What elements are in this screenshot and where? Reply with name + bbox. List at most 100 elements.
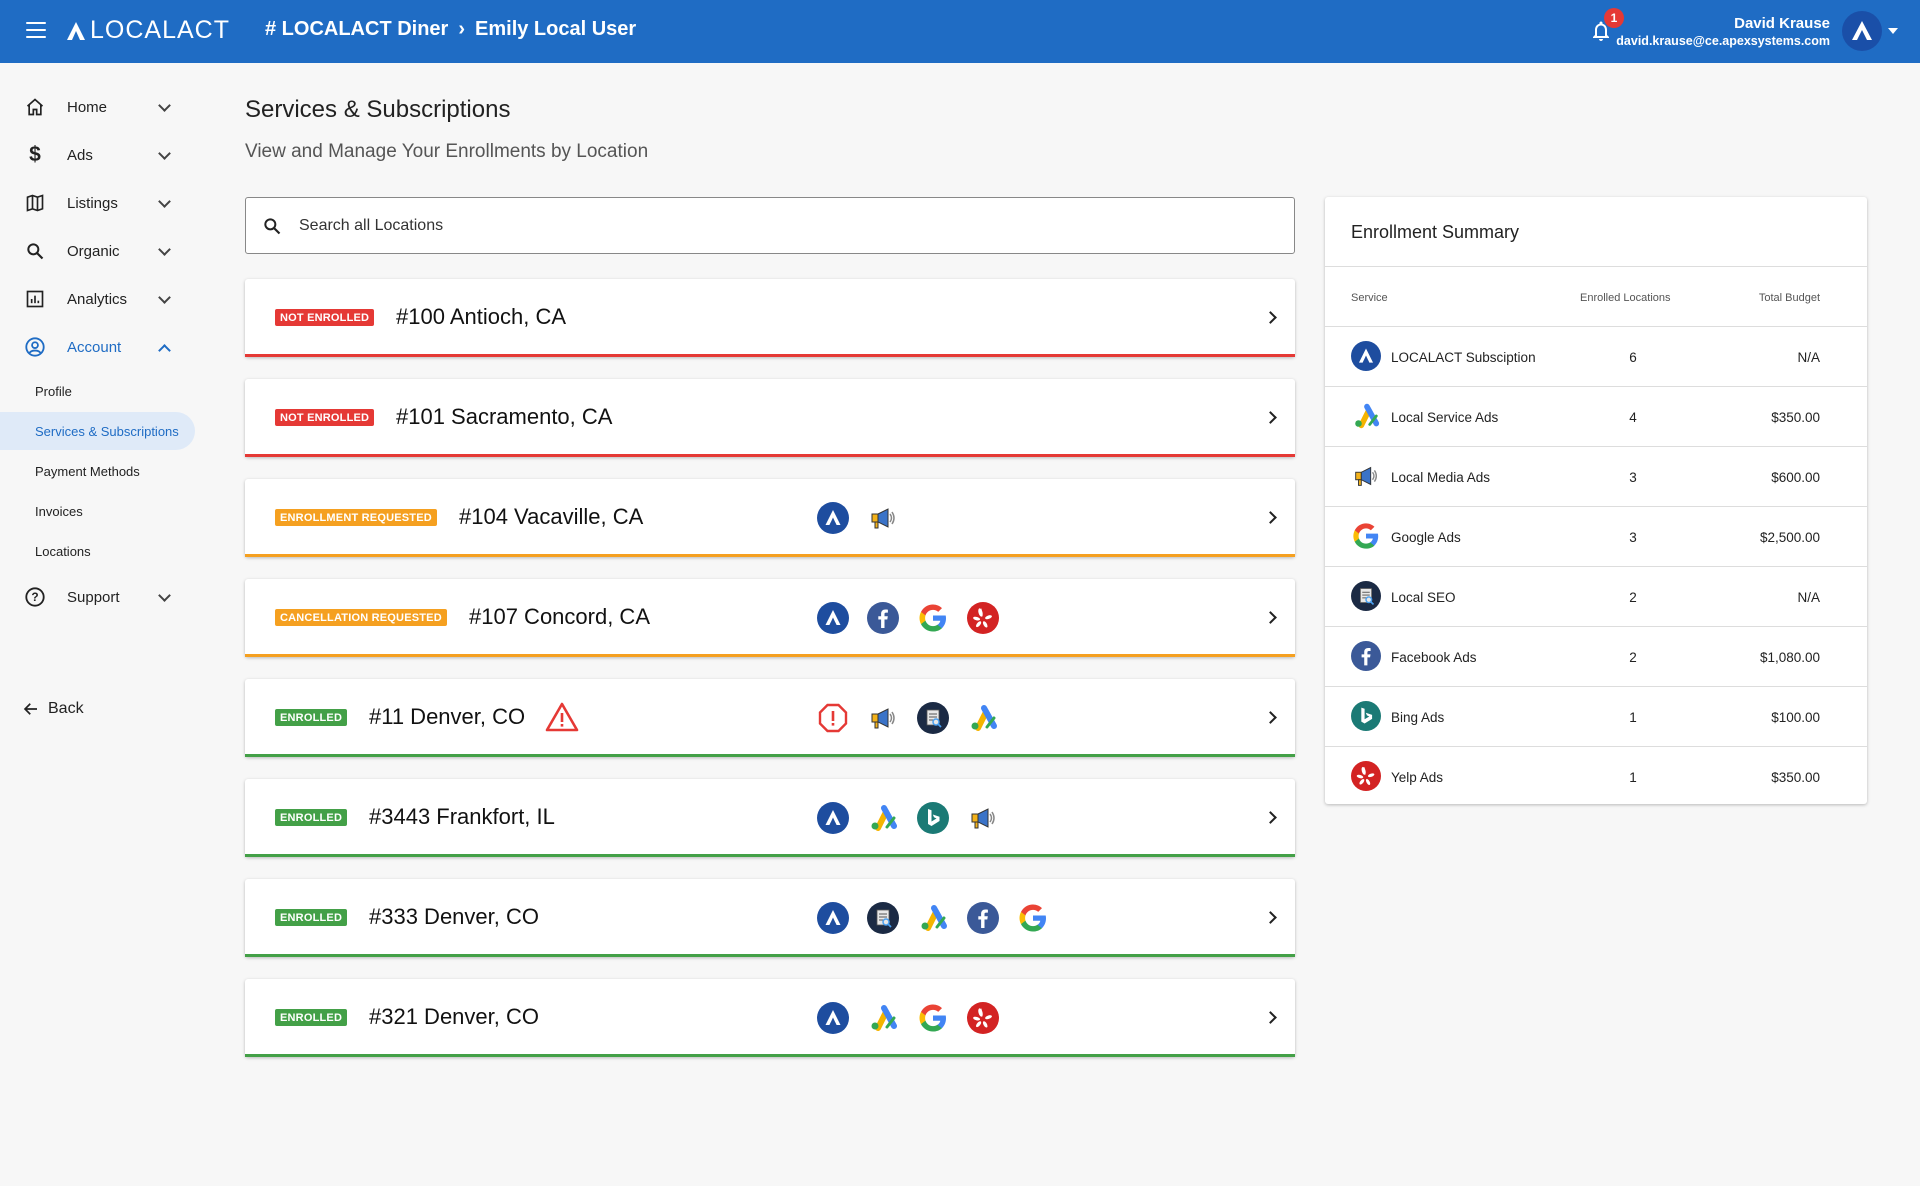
- summary-enrolled-count: 6: [1629, 350, 1637, 365]
- summary-service-name: Local Media Ads: [1391, 470, 1491, 485]
- megaphone-icon: [967, 802, 999, 834]
- bing-icon: [917, 802, 949, 834]
- menu-icon[interactable]: [26, 22, 46, 38]
- summary-row: LOCALACT Subsciption 6 N/A: [1325, 326, 1867, 386]
- account-menu-caret-icon[interactable]: [1888, 28, 1898, 34]
- breadcrumb: # LOCALACT Diner › Emily Local User: [265, 18, 636, 41]
- sidebar-item-support[interactable]: ? Support: [0, 577, 195, 617]
- local-seo-icon: [917, 702, 949, 734]
- summary-total-budget: N/A: [1797, 590, 1820, 605]
- chevron-down-icon: [158, 99, 171, 112]
- status-bar: [245, 1054, 1295, 1057]
- location-card[interactable]: NOT ENROLLED #101 Sacramento, CA: [245, 379, 1295, 457]
- location-card[interactable]: ENROLLED #3443 Frankfort, IL: [245, 779, 1295, 857]
- status-bar: [245, 654, 1295, 657]
- chevron-right-icon[interactable]: [1264, 711, 1277, 724]
- chevron-right-icon[interactable]: [1264, 911, 1277, 924]
- status-bar: [245, 454, 1295, 457]
- chevron-down-icon: [158, 147, 171, 160]
- location-card[interactable]: NOT ENROLLED #100 Antioch, CA: [245, 279, 1295, 357]
- sidebar-subitem-services-subscriptions[interactable]: Services & Subscriptions: [0, 412, 195, 450]
- chevron-right-icon[interactable]: [1264, 511, 1277, 524]
- sidebar-item-label: Home: [67, 98, 108, 116]
- localact-icon: [1351, 341, 1381, 371]
- localact-icon: [817, 802, 849, 834]
- sidebar-item-ads[interactable]: $ Ads: [0, 135, 195, 175]
- back-button[interactable]: Back: [22, 700, 84, 718]
- warning-icon: [545, 702, 579, 732]
- chevron-right-icon[interactable]: [1264, 611, 1277, 624]
- local-service-ads-icon: [917, 902, 949, 934]
- status-badge: ENROLLMENT REQUESTED: [275, 509, 437, 526]
- breadcrumb-user[interactable]: Emily Local User: [475, 18, 636, 41]
- megaphone-icon: [1351, 461, 1381, 491]
- status-bar: [245, 854, 1295, 857]
- location-name: #333 Denver, CO: [369, 904, 539, 929]
- location-card[interactable]: ENROLLMENT REQUESTED #104 Vacaville, CA: [245, 479, 1295, 557]
- location-name: #101 Sacramento, CA: [396, 404, 613, 429]
- sidebar-item-label: Organic: [67, 242, 120, 260]
- megaphone-icon: [867, 702, 899, 734]
- sidebar-subitem-locations[interactable]: Locations: [0, 532, 195, 570]
- user-email: david.krause@ce.apexsystems.com: [1616, 34, 1830, 48]
- sidebar-item-label: Support: [67, 588, 120, 606]
- breadcrumb-org[interactable]: # LOCALACT Diner: [265, 18, 448, 41]
- location-name: #321 Denver, CO: [369, 1004, 539, 1029]
- status-bar: [245, 754, 1295, 757]
- location-card[interactable]: CANCELLATION REQUESTED #107 Concord, CA: [245, 579, 1295, 657]
- summary-total-budget: N/A: [1797, 350, 1820, 365]
- sidebar-item-organic[interactable]: Organic: [0, 231, 195, 271]
- location-card[interactable]: ENROLLED #11 Denver, CO: [245, 679, 1295, 757]
- user-info[interactable]: David Krause david.krause@ce.apexsystems…: [1616, 15, 1830, 48]
- column-header-service: Service: [1351, 292, 1388, 304]
- sidebar-item-home[interactable]: Home: [0, 87, 195, 127]
- localact-icon: [817, 902, 849, 934]
- localact-icon: [817, 1002, 849, 1034]
- summary-enrolled-count: 3: [1629, 470, 1637, 485]
- search-input[interactable]: [299, 212, 1199, 240]
- localact-logo-icon: [67, 21, 85, 40]
- dollar-icon: $: [29, 143, 41, 166]
- summary-service-name: Google Ads: [1391, 530, 1461, 545]
- avatar[interactable]: [1842, 11, 1882, 51]
- chevron-right-icon[interactable]: [1264, 311, 1277, 324]
- summary-service-name: Yelp Ads: [1391, 770, 1444, 785]
- location-search[interactable]: [245, 197, 1295, 254]
- sidebar-item-listings[interactable]: Listings: [0, 183, 195, 223]
- svg-text:?: ?: [31, 590, 38, 604]
- logo[interactable]: LOCALACT: [66, 16, 230, 45]
- sidebar-subitem-payment-methods[interactable]: Payment Methods: [0, 452, 195, 490]
- sidebar-item-account[interactable]: Account: [0, 327, 195, 367]
- localact-icon: [817, 502, 849, 534]
- status-badge: ENROLLED: [275, 809, 348, 826]
- summary-row: Local SEO 2 N/A: [1325, 566, 1867, 626]
- chevron-right-icon[interactable]: [1264, 411, 1277, 424]
- location-name: #104 Vacaville, CA: [459, 504, 644, 529]
- google-icon: [1017, 902, 1049, 934]
- location-name: #3443 Frankfort, IL: [369, 804, 555, 829]
- service-icons: [817, 902, 1049, 934]
- facebook-icon: [1351, 641, 1381, 671]
- megaphone-icon: [867, 502, 899, 534]
- chevron-right-icon[interactable]: [1264, 811, 1277, 824]
- chevron-right-icon[interactable]: [1264, 1011, 1277, 1024]
- chevron-down-icon: [158, 291, 171, 304]
- status-badge: ENROLLED: [275, 709, 348, 726]
- sidebar-subitem-invoices[interactable]: Invoices: [0, 492, 195, 530]
- chevron-down-icon: [158, 243, 171, 256]
- status-badge: ENROLLED: [275, 909, 348, 926]
- logo-text: LOCALACT: [90, 16, 230, 44]
- chevron-down-icon: [158, 195, 171, 208]
- facebook-icon: [867, 602, 899, 634]
- summary-enrolled-count: 1: [1629, 710, 1637, 725]
- sidebar-subitem-profile[interactable]: Profile: [0, 372, 195, 410]
- sidebar-item-analytics[interactable]: Analytics: [0, 279, 195, 319]
- sidebar-item-label: Listings: [67, 194, 118, 212]
- summary-row: Yelp Ads 1 $350.00: [1325, 746, 1867, 806]
- location-card[interactable]: ENROLLED #321 Denver, CO: [245, 979, 1295, 1057]
- service-icons: [817, 502, 899, 534]
- service-icons: [817, 702, 999, 734]
- status-bar: [245, 354, 1295, 357]
- summary-title: Enrollment Summary: [1351, 222, 1520, 242]
- location-card[interactable]: ENROLLED #333 Denver, CO: [245, 879, 1295, 957]
